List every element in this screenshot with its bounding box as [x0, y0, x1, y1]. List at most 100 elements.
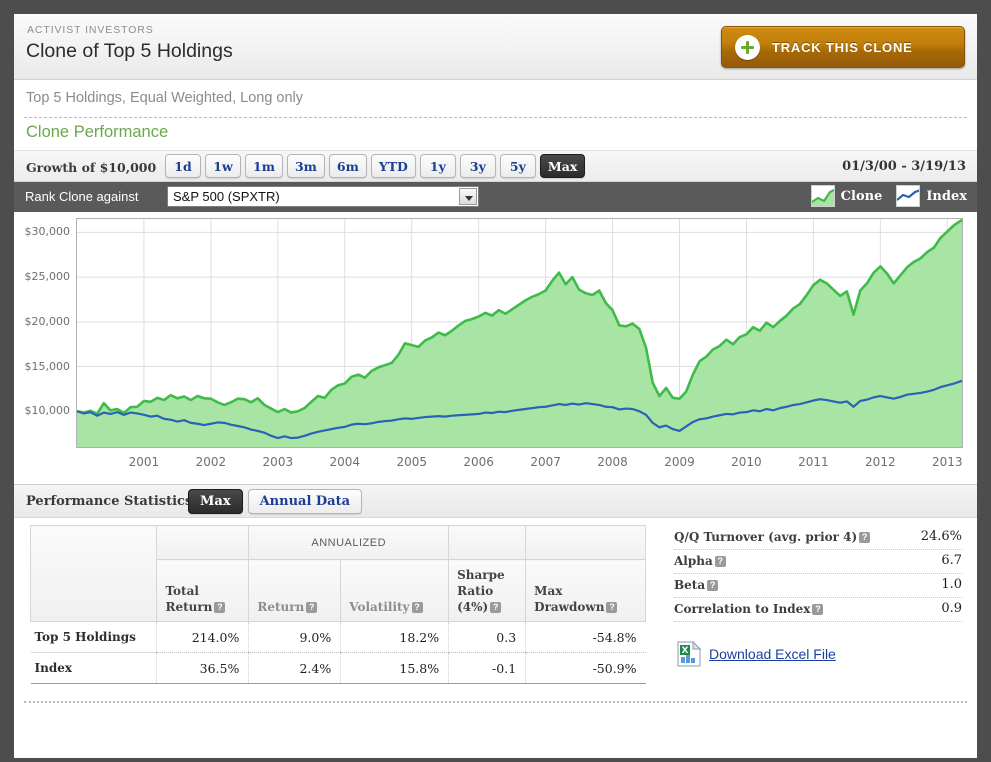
range-button-ytd[interactable]: YTD [370, 154, 416, 178]
x-axis-tick-label: 2008 [597, 455, 628, 469]
table-head: ANNUALIZED Total Return? Return? Volatility… [29, 525, 646, 622]
total-return-group-blank [156, 525, 250, 560]
statistics-table: ANNUALIZED Total Return? Return? Volatility… [29, 525, 646, 684]
y-axis-tick-label: $30,000 [24, 225, 71, 239]
legend-item-index[interactable]: Index [896, 185, 967, 207]
page-title: Clone of Top 5 Holdings [26, 40, 233, 62]
column-header-line: Return? [257, 599, 332, 615]
drawdown-group-blank [525, 525, 646, 560]
y-axis-tick-label: $10,000 [24, 404, 71, 418]
page-header: ACTIVIST INVESTORS Clone of Top 5 Holdin… [14, 14, 977, 80]
x-axis-tick-label: 2011 [798, 455, 829, 469]
cell-max-drawdown: -54.8% [525, 621, 646, 653]
x-axis-tick-label: 2004 [329, 455, 361, 469]
range-button-5y[interactable]: 5y [499, 154, 536, 178]
range-button-1d[interactable]: 1d [165, 154, 201, 178]
metric-row: Alpha? 6.7 [674, 550, 962, 574]
content-panel: ACTIVIST INVESTORS Clone of Top 5 Holdin… [14, 14, 977, 758]
help-icon[interactable]: ? [714, 556, 726, 567]
app-frame: ACTIVIST INVESTORS Clone of Top 5 Holdin… [0, 0, 991, 762]
clone-performance-section: Clone Performance [14, 118, 977, 150]
benchmark-select-value: S&P 500 (SPXTR) [173, 189, 280, 204]
time-range-buttons: 1d 1w 1m 3m 6m YTD 1y 3y 5y Max [165, 154, 586, 178]
cell-total-return: 214.0% [156, 621, 249, 653]
column-header-total-return: Total Return? [156, 559, 250, 622]
x-axis-tick-label: 2001 [128, 455, 160, 469]
clone-area-icon [810, 185, 835, 207]
bottom-divider [24, 701, 967, 703]
download-excel-link[interactable]: Download Excel File [709, 646, 836, 662]
cell-ann-return: 2.4% [248, 652, 341, 684]
track-button-label: TRACK THIS CLONE [772, 40, 913, 55]
side-metrics-list: Q/Q Turnover (avg. prior 4)? 24.6% Alpha? 6… [674, 526, 962, 622]
y-axis-tick-label: $25,000 [24, 270, 71, 284]
help-icon[interactable]: ? [859, 532, 871, 543]
table-row: Top 5 Holdings 214.0% 9.0% 18.2% 0.3 -54.8% [30, 621, 646, 653]
statistics-body: ANNUALIZED Total Return? Return? Volatility… [14, 518, 977, 718]
date-range-text: 01/3/00 - 3/19/13 [842, 159, 966, 174]
column-header-volatility: Volatility? [340, 559, 450, 622]
table-row: Index 36.5% 2.4% 15.8% -0.1 -50.9% [30, 652, 646, 684]
performance-statistics-bar: Performance Statistics Max Annual Data [14, 484, 977, 518]
subtitle-row: Top 5 Holdings, Equal Weighted, Long onl… [14, 80, 977, 118]
chart-plot-area[interactable] [76, 218, 963, 448]
download-excel-row[interactable]: X Download Excel File [677, 640, 836, 667]
range-button-6m[interactable]: 6m [328, 154, 367, 178]
clone-area [77, 219, 962, 447]
cell-ann-return: 9.0% [248, 621, 341, 653]
column-header-line: Return? [165, 599, 240, 615]
help-icon[interactable]: ? [214, 602, 226, 613]
legend-label-clone: Clone [840, 188, 883, 204]
range-button-max[interactable]: Max [539, 154, 586, 178]
column-header-line: Drawdown? [534, 599, 637, 615]
x-axis-tick-label: 2006 [463, 455, 494, 469]
help-icon[interactable]: ? [490, 602, 502, 613]
y-axis-tick-label: $20,000 [24, 314, 71, 328]
benchmark-select[interactable]: S&P 500 (SPXTR) [167, 186, 479, 207]
help-icon[interactable]: ? [411, 602, 423, 613]
chart-svg [77, 219, 962, 447]
range-button-3m[interactable]: 3m [286, 154, 325, 178]
legend-item-clone[interactable]: Clone [810, 185, 883, 207]
range-button-1y[interactable]: 1y [419, 154, 456, 178]
metric-value: 24.6% [920, 529, 962, 544]
clone-description: Top 5 Holdings, Equal Weighted, Long onl… [26, 90, 304, 106]
track-this-clone-button[interactable]: TRACK THIS CLONE [721, 26, 965, 68]
metric-value: 6.7 [941, 553, 962, 568]
column-header-line: Sharpe [457, 568, 505, 582]
metric-label: Q/Q Turnover (avg. prior 4)? [674, 530, 871, 544]
performance-chart: $10,000 $15,000 $20,000 $25,000 $30,000 2001… [14, 212, 977, 484]
column-header-line: Max [534, 584, 563, 598]
annualized-group-label: ANNUALIZED [248, 525, 450, 560]
column-header-line: (4%)? [457, 599, 517, 615]
table-group-header-row: ANNUALIZED [29, 525, 646, 622]
cell-max-drawdown: -50.9% [525, 652, 646, 684]
help-icon[interactable]: ? [606, 602, 618, 613]
help-icon[interactable]: ? [707, 580, 719, 591]
chevron-down-icon[interactable] [459, 188, 477, 205]
help-icon[interactable]: ? [306, 602, 318, 613]
rank-clone-label: Rank Clone against [25, 189, 139, 204]
cell-volatility: 18.2% [340, 621, 449, 653]
range-button-1w[interactable]: 1w [205, 154, 241, 178]
performance-statistics-tabs: Max Annual Data [188, 489, 363, 514]
x-axis-tick-label: 2012 [865, 455, 896, 469]
growth-label: Growth of $10,000 [26, 160, 157, 175]
column-header-sharpe-ratio-4: Sharpe Ratio (4%)? [448, 559, 527, 622]
cell-total-return: 36.5% [156, 652, 249, 684]
y-axis-tick-label: $15,000 [24, 359, 71, 373]
row-label: Top 5 Holdings [30, 621, 157, 653]
x-axis-tick-label: 2009 [664, 455, 695, 469]
stats-tab-annual-data[interactable]: Annual Data [247, 489, 363, 514]
rank-bar: Rank Clone against S&P 500 (SPXTR) Clone [14, 182, 977, 212]
help-icon[interactable]: ? [812, 604, 824, 615]
x-axis-tick-label: 2002 [195, 455, 227, 469]
range-button-1m[interactable]: 1m [245, 154, 283, 178]
metric-row: Correlation to Index? 0.9 [674, 598, 962, 622]
row-label: Index [30, 652, 157, 684]
plus-icon [735, 35, 760, 60]
chart-legend: Clone Index [810, 185, 967, 207]
column-header-max-drawdown: Max Drawdown? [525, 559, 646, 622]
stats-tab-max[interactable]: Max [188, 489, 243, 514]
range-button-3y[interactable]: 3y [459, 154, 496, 178]
